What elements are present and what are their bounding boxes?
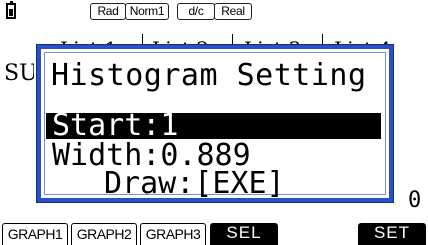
f4-sel-key[interactable]: SEL <box>210 223 278 245</box>
start-option[interactable]: Start:1 <box>46 109 381 143</box>
battery-icon <box>6 1 16 19</box>
fraction-mode-badge: d/c <box>177 3 215 20</box>
status-bar: Rad Norm1 d/c Real <box>0 0 428 24</box>
f6-set-key[interactable]: SET <box>358 223 426 245</box>
angle-mode-badge: Rad <box>90 3 126 20</box>
f3-graph3-key[interactable]: GRAPH3 <box>140 223 206 245</box>
f2-graph2-key[interactable]: GRAPH2 <box>71 223 137 245</box>
list-cell-value: 0 <box>408 188 422 213</box>
complex-mode-badge: Real <box>214 3 252 20</box>
histogram-setting-dialog: Histogram Setting Start:1 Width:0.889 Dr… <box>37 45 393 202</box>
dialog-title: Histogram Setting <box>51 58 367 93</box>
function-key-bar: GRAPH1 GRAPH2 GRAPH3 SEL SET <box>0 223 428 245</box>
draw-option[interactable]: Draw:[EXE] <box>104 169 285 199</box>
display-mode-badge: Norm1 <box>125 3 169 20</box>
row-label: SUB <box>4 61 34 86</box>
calculator-screen: Rad Norm1 d/c Real List 1 List 2 List 3 … <box>0 0 428 245</box>
f1-graph1-key[interactable]: GRAPH1 <box>2 223 68 245</box>
